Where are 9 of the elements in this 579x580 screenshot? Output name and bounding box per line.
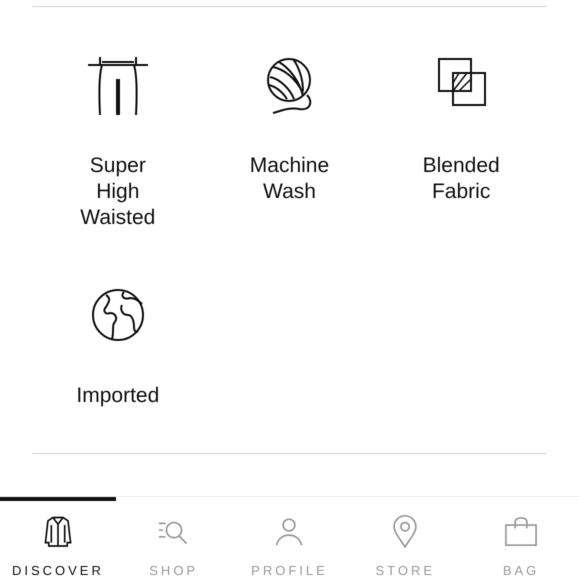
feature-label: Machine Wash: [248, 153, 330, 205]
nav-tab[interactable]: DISCOVER: [0, 497, 116, 580]
feature-label: Super High Waisted: [79, 153, 156, 231]
nav-tab[interactable]: PROFILE: [232, 497, 348, 580]
feature-label: Blended Fabric: [422, 153, 501, 205]
nav-tab[interactable]: SHOP: [116, 497, 232, 580]
feature-label: Imported: [75, 383, 160, 409]
nav-tab[interactable]: STORE: [347, 497, 464, 580]
nav-tab[interactable]: BAG: [463, 497, 579, 580]
